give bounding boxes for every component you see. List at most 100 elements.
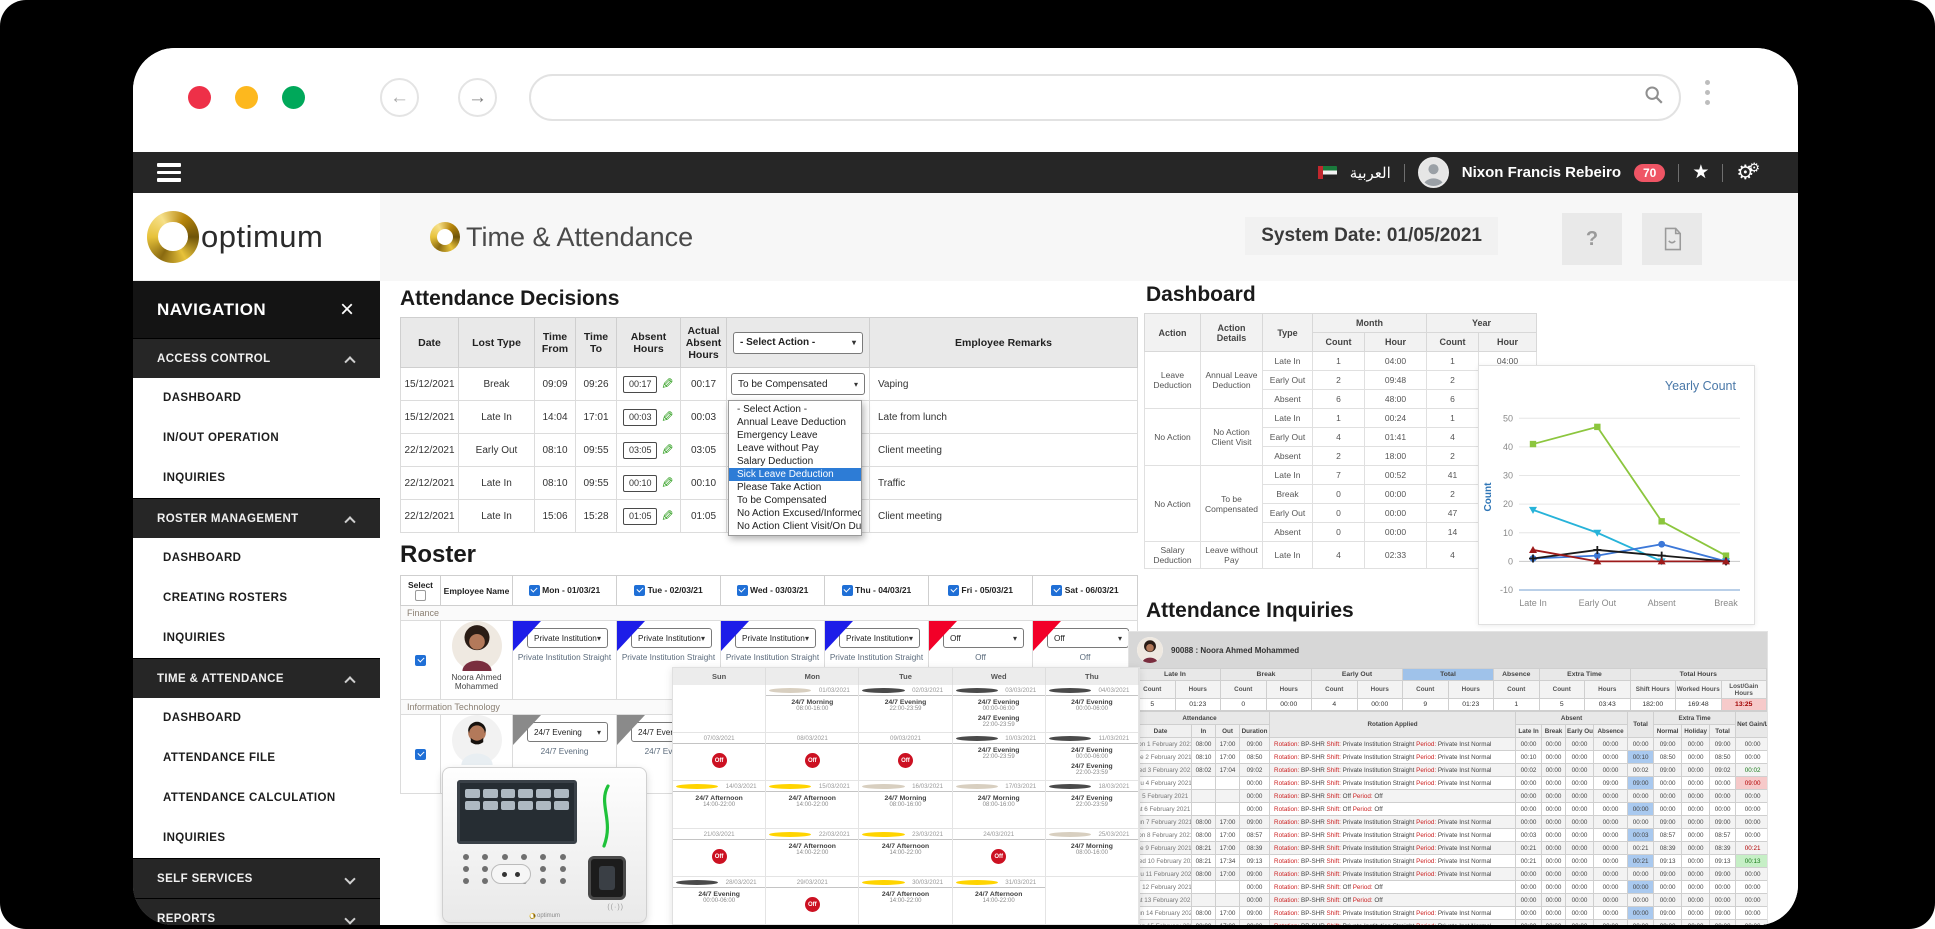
settings-gears-icon[interactable]: ⚙⚙: [1736, 160, 1754, 185]
sidebar-item-inquiries[interactable]: INQUIRIES: [133, 458, 380, 498]
summary-value-absence-count: 1: [1494, 699, 1540, 711]
sidebar-item-dashboard[interactable]: DASHBOARD: [133, 538, 380, 578]
edit-pencil-icon[interactable]: ✎: [661, 375, 674, 393]
browser-menu-icon[interactable]: [1705, 80, 1711, 105]
calendar-cell[interactable]: 10/03/202124/7 Evening22:00-23:59: [953, 733, 1046, 781]
calendar-cell[interactable]: 22/03/202124/7 Afternoon14:00-22:00: [766, 829, 859, 877]
calendar-cell[interactable]: 02/03/202124/7 Evening22:00-23:59: [859, 685, 952, 733]
calendar-cell[interactable]: 04/03/202124/7 Evening00:00-06:00: [1046, 685, 1139, 733]
dropdown-option-salary-deduction[interactable]: Salary Deduction: [729, 455, 861, 468]
dropdown-option-sick-leave-deduction[interactable]: Sick Leave Deduction: [729, 468, 861, 481]
calendar-cell[interactable]: 28/03/202124/7 Evening00:00-06:00: [673, 877, 766, 925]
day-checkbox[interactable]: [842, 585, 853, 596]
cell-duration: 00:00: [1240, 803, 1270, 816]
cell-extra-total: 00:00: [1710, 777, 1736, 790]
action-select[interactable]: To be Compensated▾: [731, 373, 865, 395]
dropdown-option-leave-without-pay[interactable]: Leave without Pay: [729, 442, 861, 455]
absent-hours-input[interactable]: 00:03: [623, 409, 657, 426]
row-checkbox[interactable]: [415, 749, 426, 760]
action-select[interactable]: - Select Action -▾: [733, 332, 863, 354]
sidebar-item-attendance-calculation[interactable]: ATTENDANCE CALCULATION: [133, 778, 380, 818]
absent-hours-input[interactable]: 00:10: [623, 475, 657, 492]
calendar-cell[interactable]: 29/03/2021Off: [766, 877, 859, 925]
sidebar-item-attendance-file[interactable]: ATTENDANCE FILE: [133, 738, 380, 778]
calendar-cell[interactable]: [1046, 877, 1139, 925]
dropdown-option-no-action-excused-informed[interactable]: No Action Excused/Informed: [729, 507, 861, 520]
language-switch[interactable]: العربية: [1350, 164, 1391, 182]
sidebar-section-reports[interactable]: REPORTS: [133, 898, 380, 925]
calendar-cell[interactable]: 31/03/202124/7 Afternoon14:00-22:00: [953, 877, 1046, 925]
window-minimize-button[interactable]: [235, 86, 258, 109]
sidebar-item-inquiries[interactable]: INQUIRIES: [133, 818, 380, 858]
cell-in: [1192, 777, 1216, 790]
calendar-cell[interactable]: 21/03/2021Off: [673, 829, 766, 877]
day-checkbox[interactable]: [948, 585, 959, 596]
rotation-label: Shift:: [1327, 754, 1341, 761]
user-avatar[interactable]: [1418, 157, 1449, 188]
dropdown-option-select-action[interactable]: - Select Action -: [729, 403, 861, 416]
chevron-down-icon: ▾: [854, 380, 858, 389]
edit-pencil-icon[interactable]: ✎: [661, 507, 674, 525]
calendar-cell[interactable]: 01/03/202124/7 Morning08:00-16:00: [766, 685, 859, 733]
calendar-cell[interactable]: 18/03/202124/7 Evening22:00-23:59: [1046, 781, 1139, 829]
dropdown-option-to-be-compensated[interactable]: To be Compensated: [729, 494, 861, 507]
dropdown-option-no-action-client-visit-on-duty[interactable]: No Action Client Visit/On Duty: [729, 520, 861, 533]
calendar-cell[interactable]: 25/03/202124/7 Morning08:00-16:00: [1046, 829, 1139, 877]
url-bar[interactable]: [529, 74, 1681, 121]
cell-month-count: 0: [1313, 504, 1365, 523]
sidebar-section-roster-management[interactable]: ROSTER MANAGEMENT: [133, 498, 380, 538]
menu-icon[interactable]: [157, 163, 181, 182]
user-name[interactable]: Nixon Francis Rebeiro: [1462, 164, 1621, 181]
sidebar-item-in-out-operation[interactable]: IN/OUT OPERATION: [133, 418, 380, 458]
dropdown-option-emergency-leave[interactable]: Emergency Leave: [729, 429, 861, 442]
calendar-cell[interactable]: 24/03/2021Off: [953, 829, 1046, 877]
sidebar-section-access-control[interactable]: ACCESS CONTROL: [133, 338, 380, 378]
edit-pencil-icon[interactable]: ✎: [661, 474, 674, 492]
absent-hours-input[interactable]: 01:05: [623, 508, 657, 525]
sidebar-section-time-attendance[interactable]: TIME & ATTENDANCE: [133, 658, 380, 698]
select-all-checkbox[interactable]: [415, 590, 426, 601]
calendar-cell[interactable]: 30/03/202124/7 Afternoon14:00-22:00: [859, 877, 952, 925]
browser-forward-button[interactable]: →: [458, 78, 497, 117]
day-checkbox[interactable]: [1051, 585, 1062, 596]
day-checkbox[interactable]: [529, 585, 540, 596]
calendar-cell[interactable]: 11/03/202124/7 Evening00:00-06:0024/7 Ev…: [1046, 733, 1139, 781]
browser-back-button[interactable]: ←: [380, 78, 419, 117]
dropdown-option-please-take-action[interactable]: Please Take Action: [729, 481, 861, 494]
export-pdf-button[interactable]: [1642, 213, 1702, 265]
edit-pencil-icon[interactable]: ✎: [661, 408, 674, 426]
sidebar-item-creating-rosters[interactable]: CREATING ROSTERS: [133, 578, 380, 618]
absent-hours-input[interactable]: 00:17: [623, 376, 657, 393]
calendar-cell[interactable]: 16/03/202124/7 Morning08:00-16:00: [859, 781, 952, 829]
sidebar-item-dashboard[interactable]: DASHBOARD: [133, 698, 380, 738]
window-close-button[interactable]: [188, 86, 211, 109]
close-icon[interactable]: ×: [340, 296, 354, 324]
help-button[interactable]: ?: [1562, 213, 1622, 265]
calendar-cell[interactable]: 23/03/202124/7 Afternoon14:00-22:00: [859, 829, 952, 877]
shift-name: 24/7 Evening: [953, 699, 1045, 706]
calendar-cell[interactable]: 08/03/2021Off: [766, 733, 859, 781]
dropdown-option-annual-leave-deduction[interactable]: Annual Leave Deduction: [729, 416, 861, 429]
sidebar-item-dashboard[interactable]: DASHBOARD: [133, 378, 380, 418]
calendar-cell[interactable]: 09/03/2021Off: [859, 733, 952, 781]
browser-chrome: ← →: [133, 48, 1798, 152]
sidebar-section-self-services[interactable]: SELF SERVICES: [133, 858, 380, 898]
notification-badge[interactable]: 70: [1634, 164, 1665, 182]
day-checkbox[interactable]: [737, 585, 748, 596]
absent-hours-input[interactable]: 03:05: [623, 442, 657, 459]
calendar-cell[interactable]: 03/03/202124/7 Evening00:00-06:0024/7 Ev…: [953, 685, 1046, 733]
calendar-cell[interactable]: 14/03/202124/7 Afternoon14:00-22:00: [673, 781, 766, 829]
day-checkbox[interactable]: [634, 585, 645, 596]
favorites-star-icon[interactable]: ★: [1692, 161, 1709, 184]
window-maximize-button[interactable]: [282, 86, 305, 109]
sidebar-item-inquiries[interactable]: INQUIRIES: [133, 618, 380, 658]
row-checkbox[interactable]: [415, 655, 426, 666]
calendar-cell[interactable]: 07/03/2021Off: [673, 733, 766, 781]
search-icon[interactable]: [1643, 84, 1665, 111]
edit-pencil-icon[interactable]: ✎: [661, 441, 674, 459]
calendar-cell[interactable]: 15/03/202124/7 Afternoon14:00-22:00: [766, 781, 859, 829]
calendar-cell[interactable]: 17/03/202124/7 Morning08:00-16:00: [953, 781, 1046, 829]
app-logo[interactable]: optimum: [133, 193, 380, 281]
cell-holiday: 00:00: [1682, 920, 1710, 926]
calendar-cell[interactable]: [673, 685, 766, 733]
